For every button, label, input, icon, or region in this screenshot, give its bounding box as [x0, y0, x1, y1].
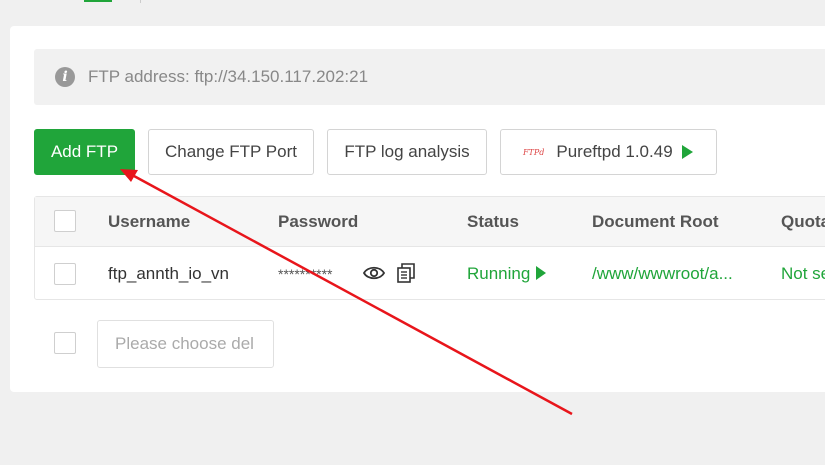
- row-status-label: Running: [467, 264, 531, 283]
- header-username[interactable]: Username: [108, 212, 190, 232]
- add-ftp-button[interactable]: Add FTP: [34, 129, 135, 175]
- play-icon: [536, 266, 547, 280]
- header-status: Status: [467, 212, 519, 231]
- row-username: ftp_annth_io_vn: [108, 264, 229, 283]
- ftp-panel: i FTP address: ftp://34.150.117.202:21 A…: [10, 26, 825, 392]
- play-icon: [681, 145, 693, 159]
- bulk-delete-select[interactable]: Please choose del: [97, 320, 274, 368]
- row-document-root[interactable]: /www/wwwroot/a...: [592, 264, 733, 284]
- active-tab-indicator: [84, 0, 112, 2]
- header-document-root: Document Root: [592, 212, 719, 231]
- ftp-address-text: FTP address: ftp://34.150.117.202:21: [88, 67, 369, 86]
- header-password: Password: [278, 212, 359, 231]
- ftp-log-analysis-button[interactable]: FTP log analysis: [327, 129, 487, 175]
- tab-divider: [140, 0, 141, 3]
- ftp-address-bar: i FTP address: ftp://34.150.117.202:21: [34, 49, 825, 105]
- change-ftp-port-label: Change FTP Port: [165, 142, 297, 161]
- bulk-delete-placeholder: Please choose del: [115, 334, 254, 353]
- header-quota: Quota: [781, 212, 825, 231]
- ftp-table: Username Password Status Document Root Q…: [34, 196, 825, 300]
- eye-icon[interactable]: [363, 265, 385, 281]
- ftp-log-analysis-label: FTP log analysis: [344, 142, 470, 161]
- row-checkbox[interactable]: [54, 263, 76, 285]
- select-all-checkbox[interactable]: [54, 210, 76, 232]
- copy-icon[interactable]: [396, 263, 416, 283]
- top-tab-strip: [0, 0, 825, 4]
- pureftpd-label: Pureftpd 1.0.49: [556, 142, 673, 161]
- change-ftp-port-button[interactable]: Change FTP Port: [148, 129, 314, 175]
- row-status[interactable]: Running: [467, 264, 547, 284]
- add-ftp-label: Add FTP: [50, 142, 119, 161]
- row-quota[interactable]: Not se: [781, 264, 825, 284]
- row-password: **********: [278, 266, 333, 282]
- info-icon: i: [55, 67, 75, 87]
- bulk-select-checkbox[interactable]: [54, 332, 76, 354]
- pureftpd-button[interactable]: FTPd Pureftpd 1.0.49: [500, 129, 717, 175]
- pureftpd-logo: FTPd: [523, 147, 545, 157]
